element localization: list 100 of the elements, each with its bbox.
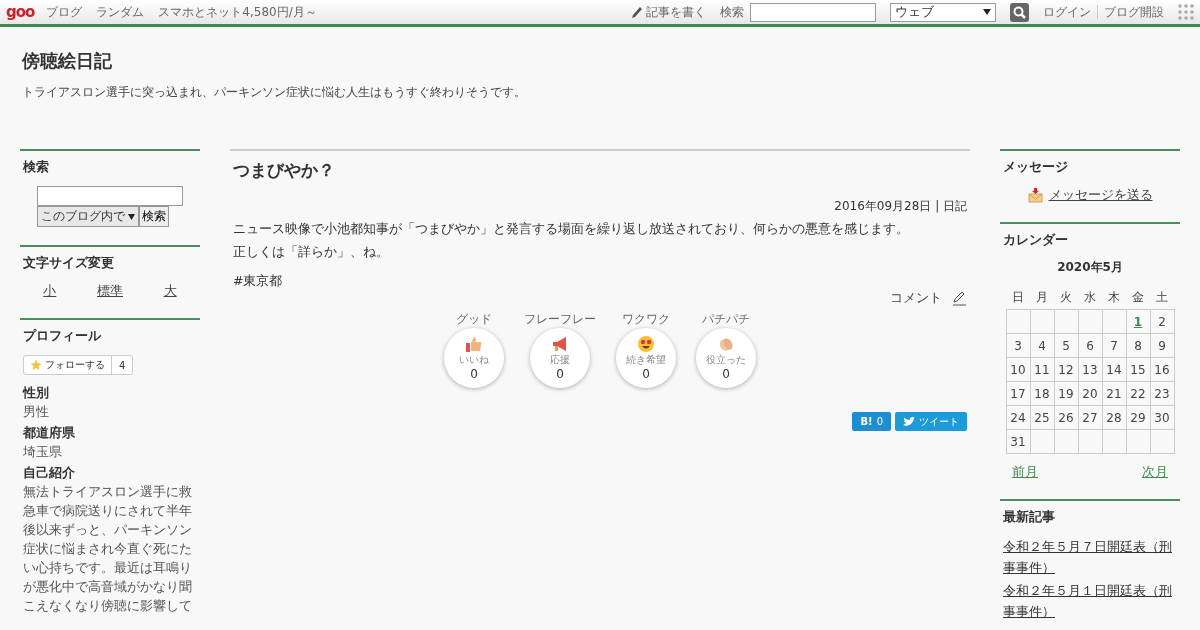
search-button[interactable] [1010, 2, 1029, 22]
article-title[interactable]: つまびやか？ [233, 159, 967, 182]
blog-search-field[interactable] [37, 186, 183, 206]
search-button[interactable]: 検索 [139, 206, 169, 227]
weekday-label: 火 [1054, 286, 1078, 310]
widget-heading: 文字サイズ変更 [23, 255, 115, 272]
heart-eyes-face-icon [637, 335, 655, 353]
bird-icon [903, 416, 915, 427]
calendar-day: 3 [1006, 333, 1030, 358]
weekday-label: 土 [1150, 286, 1174, 310]
recent-post-link[interactable]: 令和２年５月７日開廷表（刑事事件） [1003, 536, 1177, 578]
envelope-icon [1027, 187, 1043, 203]
search-icon [1013, 5, 1026, 19]
calendar-day: 8 [1126, 333, 1150, 358]
blog-tagline: トライアスロン選手に突っ込まれ、パーキンソン症状に悩む人生はもうすぐ終わりそうです。 [22, 85, 527, 100]
calendar-day: 15 [1126, 357, 1150, 382]
calendar-day: 21 [1102, 381, 1126, 406]
article-meta: 2016年09月28日 | 日記 [833, 198, 967, 215]
comment-link[interactable]: コメント [890, 290, 942, 307]
follower-count: 4 [118, 358, 127, 373]
open-blog-link[interactable]: ブログ開設 [1104, 3, 1164, 21]
blog-title[interactable]: 傍聴絵日記 [22, 49, 1178, 73]
calendar-day: 11 [1030, 357, 1054, 382]
reaction-button[interactable]: 続き希望 0 [616, 328, 676, 388]
star-icon [30, 359, 42, 371]
calendar-day: 30 [1150, 405, 1174, 430]
write-article-link[interactable]: 記事を書く [646, 3, 706, 21]
calendar-day: 26 [1054, 405, 1078, 430]
app-grid-icon[interactable] [1178, 4, 1194, 20]
font-size-link[interactable]: 標準 [97, 282, 123, 300]
dropdown-caret-icon [128, 213, 135, 220]
recent-post-link[interactable]: 令和２年５月１日開廷表（刑事事件） [1003, 580, 1177, 622]
widget-heading: プロフィール [23, 328, 102, 345]
widget-heading: カレンダー [1003, 232, 1069, 249]
reaction-caption: フレーフレー [524, 311, 596, 328]
article-text: ニュース映像で小池都知事が「つまびやか」と発言する場面を繰り返し放送されており、何らかの悪意を感じます。 [233, 220, 910, 238]
calendar-day: 9 [1150, 333, 1174, 358]
reaction-caption: ワクワク [622, 311, 670, 328]
megaphone-icon [551, 335, 569, 353]
calendar-day: 31 [1006, 429, 1030, 454]
widget-heading: 最新記事 [1003, 509, 1056, 526]
site-logo[interactable]: goo [6, 3, 35, 21]
nav-link[interactable]: ランダム [96, 3, 145, 21]
search-scope-select[interactable]: このブログ内で [37, 206, 139, 227]
widget-heading: メッセージ [1003, 159, 1069, 176]
login-link[interactable]: ログイン [1043, 3, 1091, 21]
calendar-day: 23 [1150, 381, 1174, 406]
hatena-bookmark-button[interactable]: B! 0 [852, 412, 891, 431]
calendar-day: 20 [1078, 381, 1102, 406]
calendar-day: 29 [1126, 405, 1150, 430]
nav-link[interactable]: スマホとネット4,580円/月～ [158, 3, 317, 21]
profile-label: 都道府県 [23, 425, 76, 442]
weekday-label: 木 [1102, 286, 1126, 310]
font-size-link[interactable]: 小 [43, 282, 57, 300]
dropdown-caret-icon [983, 9, 991, 15]
calendar-day: 4 [1030, 333, 1054, 358]
weekday-label: 月 [1030, 286, 1054, 310]
profile-value: 男性 [23, 403, 50, 421]
search-field[interactable] [750, 2, 876, 22]
calendar-month: 2020年5月 [1056, 259, 1124, 276]
send-message-link[interactable]: メッセージを送る [1048, 186, 1153, 204]
reaction-button[interactable]: いいね 0 [444, 328, 504, 388]
article-tag[interactable]: #東京都 [233, 271, 967, 290]
search-label: 検索 [720, 3, 744, 21]
calendar-day: 10 [1006, 357, 1030, 382]
calendar-day: 24 [1006, 405, 1030, 430]
follow-button[interactable]: フォローする 4 [23, 355, 134, 375]
profile-value: 埼玉県 [23, 443, 63, 461]
reaction-button[interactable]: 応援 0 [530, 328, 590, 388]
calendar-day: 18 [1030, 381, 1054, 406]
calendar-day: 25 [1030, 405, 1054, 430]
profile-label: 性別 [23, 385, 50, 402]
weekday-label: 水 [1078, 286, 1102, 310]
thumbs-up-icon [465, 335, 483, 353]
previous-month-link[interactable]: 前月 [1012, 464, 1038, 481]
calendar-day: 2 [1150, 309, 1174, 334]
widget-heading: 検索 [23, 159, 50, 176]
pen-icon [952, 291, 967, 306]
font-size-link[interactable]: 大 [163, 282, 177, 300]
follow-label: フォローする [45, 358, 105, 372]
reaction-button[interactable]: 役立った 0 [696, 328, 756, 388]
calendar-day: 7 [1102, 333, 1126, 358]
calendar-day: 16 [1150, 357, 1174, 382]
calendar-day: 12 [1054, 357, 1078, 382]
reaction-caption: パチパチ [702, 311, 750, 328]
calendar-day: 22 [1126, 381, 1150, 406]
calendar-day: 5 [1054, 333, 1078, 358]
clapping-hands-icon [717, 335, 735, 353]
weekday-label: 金 [1126, 286, 1150, 310]
calendar-day: 17 [1006, 381, 1030, 406]
calendar-day: 6 [1078, 333, 1102, 358]
calendar-day: 19 [1054, 381, 1078, 406]
calendar-day: 14 [1102, 357, 1126, 382]
nav-link[interactable]: ブログ [46, 3, 83, 21]
next-month-link[interactable]: 次月 [1142, 464, 1168, 481]
search-scope-select[interactable]: ウェブ [890, 2, 996, 22]
article-text: 正しくは「詳らか」、ね。 [233, 243, 390, 261]
pen-icon [630, 5, 643, 19]
profile-value: 無法トライアスロン選手に救急車で病院送りにされて半年後以来ずっと、パーキンソン症状に悩まされ今直ぐ死にたい心持ちです。最近は耳鳴りが悪化中で高音域がかなり聞こえなくなり傍聴に影響して [23, 483, 193, 615]
calendar-day: 27 [1078, 405, 1102, 430]
